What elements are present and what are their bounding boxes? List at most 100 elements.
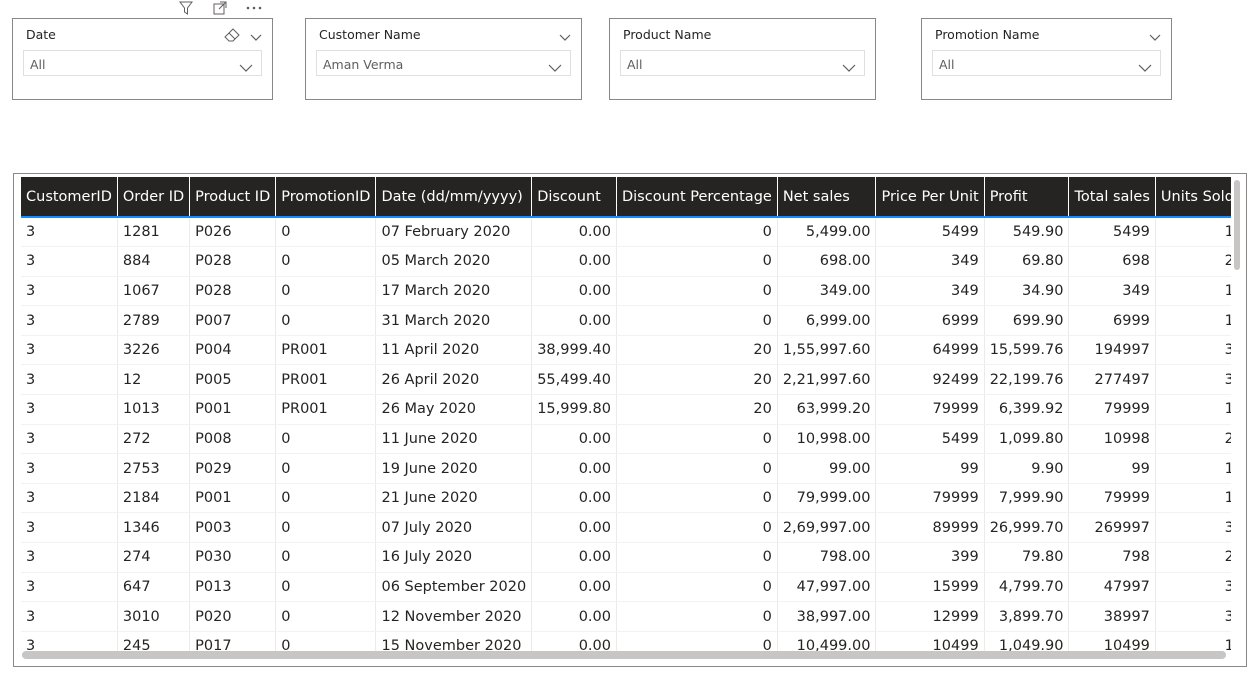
table-cell: 0.00 bbox=[531, 305, 617, 336]
table-cell: 1346 bbox=[117, 512, 191, 544]
vertical-scrollbar[interactable] bbox=[1234, 180, 1240, 270]
table-cell: 3 bbox=[21, 246, 118, 277]
slicer-customer-name: Customer Name Aman Verma bbox=[305, 18, 582, 100]
table-row[interactable]: 3 2184 P001 0 21 June 2020 0.00 0 79,999.00 7999… bbox=[21, 483, 1231, 514]
table-row[interactable]: 3 12 P005 PR001 26 April 2020 55,499.40 20 2,21… bbox=[21, 364, 1231, 396]
table-cell: 12999 bbox=[875, 601, 985, 632]
table-cell: 0 bbox=[275, 305, 377, 336]
chevron-down-icon[interactable] bbox=[250, 27, 262, 46]
table-cell: 3 bbox=[1155, 364, 1231, 396]
table-row[interactable]: 3 1281 P026 0 07 February 2020 0.00 0 5,499.00 5… bbox=[21, 217, 1231, 248]
column-header[interactable]: Profit bbox=[984, 177, 1070, 218]
slicer-dropdown[interactable]: All bbox=[620, 50, 865, 76]
table-cell: 0 bbox=[275, 631, 377, 653]
slicer-title: Customer Name bbox=[319, 27, 421, 42]
table-cell: 0 bbox=[275, 246, 377, 277]
table-cell: 15 November 2020 bbox=[375, 631, 533, 653]
table-cell: 2753 bbox=[117, 453, 191, 484]
chevron-down-icon[interactable] bbox=[1149, 27, 1161, 46]
table-cell: 16 July 2020 bbox=[375, 542, 533, 573]
table-cell: 5499 bbox=[875, 217, 985, 248]
more-options-icon[interactable] bbox=[244, 0, 264, 16]
table-row[interactable]: 3 1346 P003 0 07 July 2020 0.00 0 2,69,997.00 89… bbox=[21, 512, 1231, 544]
filter-icon[interactable] bbox=[176, 0, 196, 16]
slicer-title: Product Name bbox=[623, 27, 712, 42]
table-cell: 5499 bbox=[1068, 217, 1156, 248]
table-cell: 79999 bbox=[875, 394, 985, 425]
table-cell: 269997 bbox=[1068, 512, 1156, 544]
slicer-title: Promotion Name bbox=[935, 27, 1040, 42]
table-cell: 884 bbox=[117, 246, 191, 277]
table-cell: 4,799.70 bbox=[984, 572, 1070, 603]
table-cell: 22,199.76 bbox=[984, 364, 1070, 396]
table-cell: 0 bbox=[275, 512, 377, 544]
slicer-selected-value: Aman Verma bbox=[323, 57, 404, 72]
table-row[interactable]: 3 1067 P028 0 17 March 2020 0.00 0 349.00 349 34.… bbox=[21, 276, 1231, 307]
table-row[interactable]: 3 3226 P004 PR001 11 April 2020 38,999.40 20 1,… bbox=[21, 335, 1231, 366]
column-header[interactable]: Order ID bbox=[117, 177, 191, 218]
table-cell: 79999 bbox=[1068, 394, 1156, 425]
table-cell: 798.00 bbox=[777, 542, 877, 573]
table-cell: P013 bbox=[189, 572, 277, 603]
column-header[interactable]: PromotionID bbox=[275, 177, 377, 218]
table-cell: 0.00 bbox=[531, 512, 617, 544]
table-body: 3 1281 P026 0 07 February 2020 0.00 0 5,499.00 5… bbox=[21, 217, 1231, 653]
table-cell: 47997 bbox=[1068, 572, 1156, 603]
table-row[interactable]: 3 1013 P001 PR001 26 May 2020 15,999.80 20 63,9… bbox=[21, 394, 1231, 425]
table-cell: 5499 bbox=[875, 424, 985, 455]
table-cell: 20 bbox=[616, 364, 778, 396]
horizontal-scrollbar[interactable] bbox=[22, 651, 1226, 659]
chevron-down-icon[interactable] bbox=[559, 27, 571, 46]
table-row[interactable]: 3 3010 P020 0 12 November 2020 0.00 0 38,997.00… bbox=[21, 601, 1231, 632]
chevron-down-icon bbox=[842, 58, 856, 77]
table-cell: 55,499.40 bbox=[531, 364, 617, 396]
slicer-dropdown[interactable]: All bbox=[23, 50, 262, 76]
sales-table-visual: CustomerID Order ID Product ID PromotionID D… bbox=[13, 173, 1247, 667]
table-cell: 15,599.76 bbox=[984, 335, 1070, 366]
table-cell: 10,998.00 bbox=[777, 424, 877, 455]
table-cell: 0 bbox=[275, 453, 377, 484]
table-row[interactable]: 3 274 P030 0 16 July 2020 0.00 0 798.00 399 79.80… bbox=[21, 542, 1231, 573]
table-cell: P020 bbox=[189, 601, 277, 632]
table-row[interactable]: 3 2789 P007 0 31 March 2020 0.00 0 6,999.00 6999… bbox=[21, 305, 1231, 336]
focus-mode-icon[interactable] bbox=[210, 0, 230, 16]
table-row[interactable]: 3 2753 P029 0 19 June 2020 0.00 0 99.00 99 9.90 99… bbox=[21, 453, 1231, 484]
table-cell: PR001 bbox=[275, 364, 377, 396]
slicer-dropdown[interactable]: Aman Verma bbox=[316, 50, 571, 76]
table-row[interactable]: 3 245 P017 0 15 November 2020 0.00 0 10,499.00 1… bbox=[21, 631, 1231, 653]
table-cell: 194997 bbox=[1068, 335, 1156, 366]
column-header[interactable]: Net sales bbox=[777, 177, 877, 218]
table-cell: 26,999.70 bbox=[984, 512, 1070, 544]
table-cell: 277497 bbox=[1068, 364, 1156, 396]
table-cell: 99 bbox=[1068, 453, 1156, 484]
table-cell: 7,999.90 bbox=[984, 483, 1070, 514]
table-cell: 3 bbox=[21, 335, 118, 366]
slicer-dropdown[interactable]: All bbox=[932, 50, 1161, 76]
column-header[interactable]: Price Per Unit bbox=[875, 177, 985, 218]
column-header[interactable]: Product ID bbox=[189, 177, 277, 218]
table-cell: 1 bbox=[1155, 483, 1231, 514]
table-cell: 0 bbox=[616, 631, 778, 653]
table-row[interactable]: 3 884 P028 0 05 March 2020 0.00 0 698.00 349 69.8… bbox=[21, 246, 1231, 277]
table-row[interactable]: 3 272 P008 0 11 June 2020 0.00 0 10,998.00 5499 1… bbox=[21, 424, 1231, 455]
table-cell: 3 bbox=[1155, 512, 1231, 544]
column-header[interactable]: Discount bbox=[531, 177, 617, 218]
column-header[interactable]: Total sales bbox=[1068, 177, 1156, 218]
table-cell: 3 bbox=[1155, 572, 1231, 603]
table-cell: 20 bbox=[616, 335, 778, 366]
table-cell: 3 bbox=[21, 542, 118, 573]
table-cell: PR001 bbox=[275, 394, 377, 425]
table-row[interactable]: 3 647 P013 0 06 September 2020 0.00 0 47,997.00… bbox=[21, 572, 1231, 603]
column-header[interactable]: Date (dd/mm/yyyy) bbox=[375, 177, 533, 218]
table-cell: 2,69,997.00 bbox=[777, 512, 877, 544]
column-header[interactable]: Units Sold bbox=[1155, 177, 1231, 218]
eraser-icon[interactable] bbox=[224, 27, 240, 46]
slicer-selected-value: All bbox=[30, 57, 46, 72]
table-cell: 07 February 2020 bbox=[375, 217, 533, 248]
table-cell: 0.00 bbox=[531, 572, 617, 603]
column-header[interactable]: CustomerID bbox=[21, 177, 118, 218]
table-cell: P029 bbox=[189, 453, 277, 484]
slicer-header-icons bbox=[559, 27, 571, 46]
table-cell: 07 July 2020 bbox=[375, 512, 533, 544]
column-header[interactable]: Discount Percentage bbox=[616, 177, 778, 218]
